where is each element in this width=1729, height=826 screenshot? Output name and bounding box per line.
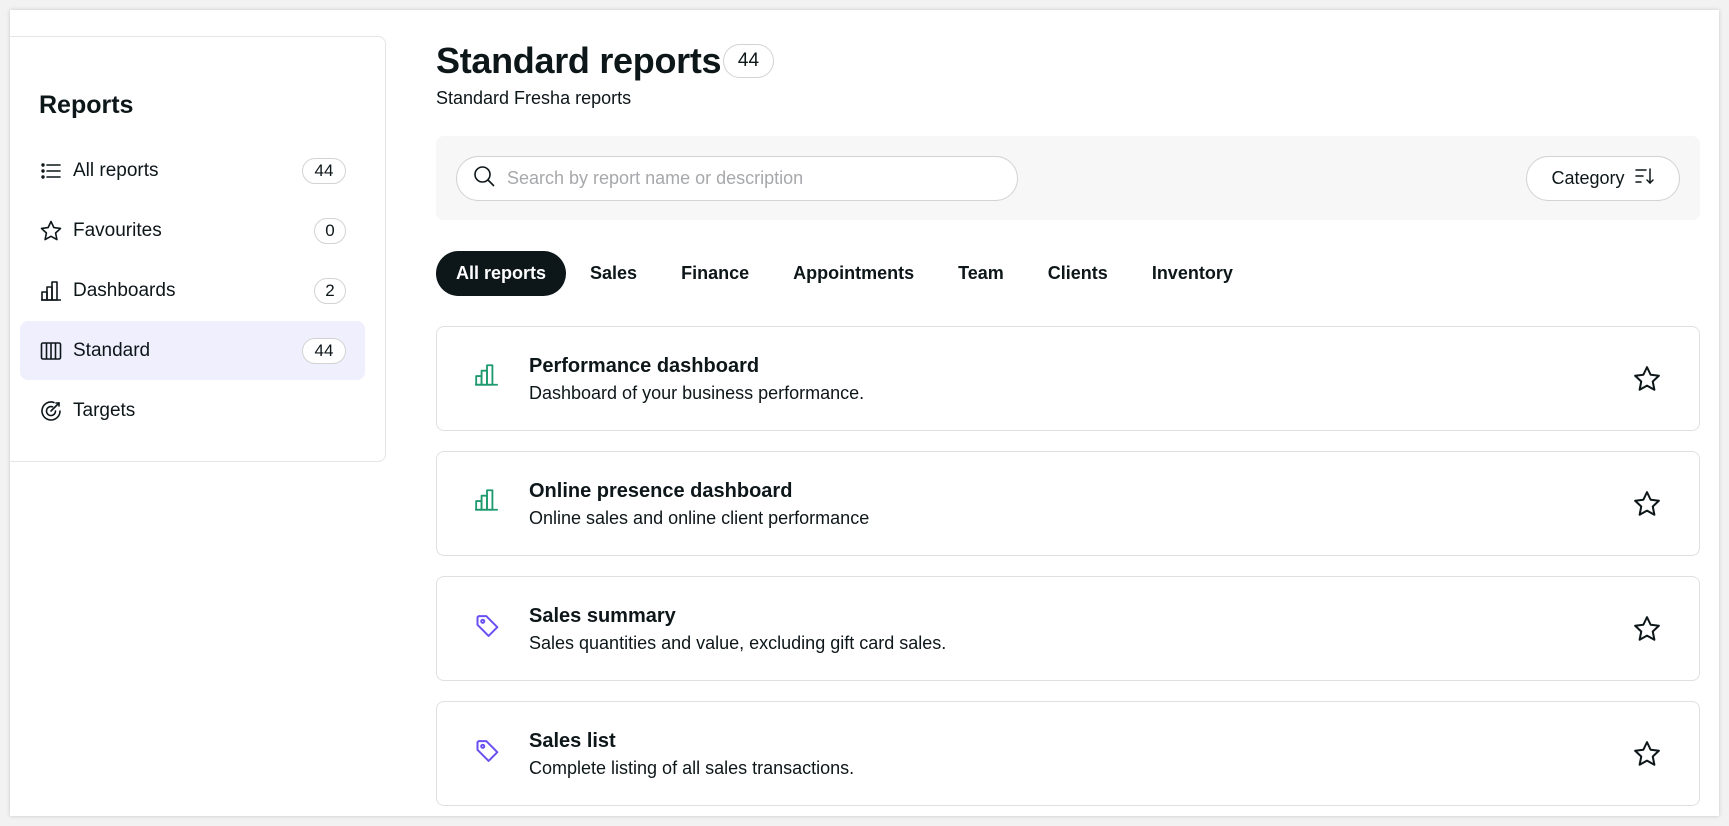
sidebar-item-all-reports[interactable]: All reports 44 xyxy=(20,141,365,200)
sidebar-title: Reports xyxy=(39,91,134,119)
category-tabs: All reports Sales Finance Appointments T… xyxy=(436,251,1257,296)
search-input[interactable] xyxy=(507,168,1017,189)
sort-icon xyxy=(1634,167,1655,190)
report-title: Online presence dashboard xyxy=(529,480,793,502)
tab-finance[interactable]: Finance xyxy=(661,251,769,296)
target-icon xyxy=(39,399,63,423)
sidebar-item-label: Standard xyxy=(73,339,151,361)
app-window: Reports All reports 44 Favourites 0 Dash… xyxy=(10,10,1719,816)
tab-sales[interactable]: Sales xyxy=(570,251,657,296)
sidebar-item-label: Targets xyxy=(73,399,136,421)
category-button-label: Category xyxy=(1551,168,1625,188)
report-description: Sales quantities and value, excluding gi… xyxy=(529,633,947,653)
bar-chart-icon xyxy=(474,487,504,517)
favourite-star-icon[interactable] xyxy=(1631,363,1663,395)
columns-icon xyxy=(39,339,63,363)
tag-icon xyxy=(474,737,504,767)
sidebar-item-label: Dashboards xyxy=(73,279,176,301)
favourite-star-icon[interactable] xyxy=(1631,488,1663,520)
report-card[interactable]: Online presence dashboard Online sales a… xyxy=(436,451,1700,556)
sidebar-item-standard[interactable]: Standard 44 xyxy=(20,321,365,380)
list-icon xyxy=(39,159,63,183)
search-field[interactable] xyxy=(456,156,1018,201)
sidebar-item-targets[interactable]: Targets xyxy=(20,381,365,440)
report-card[interactable]: Sales summary Sales quantities and value… xyxy=(436,576,1700,681)
sidebar-item-favourites[interactable]: Favourites 0 xyxy=(20,201,365,260)
sidebar-item-label: Favourites xyxy=(73,219,162,241)
tab-team[interactable]: Team xyxy=(938,251,1024,296)
bar-chart-icon xyxy=(39,279,63,303)
report-card[interactable]: Performance dashboard Dashboard of your … xyxy=(436,326,1700,431)
report-description: Complete listing of all sales transactio… xyxy=(529,758,855,778)
report-title: Performance dashboard xyxy=(529,355,760,377)
sidebar-item-dashboards[interactable]: Dashboards 2 xyxy=(20,261,365,320)
favourite-star-icon[interactable] xyxy=(1631,613,1663,645)
report-title: Sales summary xyxy=(529,605,676,627)
report-description: Dashboard of your business performance. xyxy=(529,383,865,403)
count-badge: 44 xyxy=(302,157,346,184)
page-subtitle: Standard Fresha reports xyxy=(436,88,632,108)
category-sort-button[interactable]: Category xyxy=(1526,156,1680,201)
tab-inventory[interactable]: Inventory xyxy=(1132,251,1253,296)
report-card[interactable]: Sales list Complete listing of all sales… xyxy=(436,701,1700,806)
sidebar-item-label: All reports xyxy=(73,159,159,181)
filter-toolbar: Category xyxy=(436,136,1700,220)
bar-chart-icon xyxy=(474,362,504,392)
tag-icon xyxy=(474,612,504,642)
page-title: Standard reports xyxy=(436,40,722,81)
report-description: Online sales and online client performan… xyxy=(529,508,870,528)
favourite-star-icon[interactable] xyxy=(1631,738,1663,770)
report-title: Sales list xyxy=(529,730,616,752)
count-badge: 0 xyxy=(314,217,346,244)
tab-appointments[interactable]: Appointments xyxy=(773,251,934,296)
search-icon xyxy=(473,165,495,192)
tab-all-reports[interactable]: All reports xyxy=(436,251,567,296)
tab-clients[interactable]: Clients xyxy=(1028,251,1128,296)
count-badge: 44 xyxy=(302,337,346,364)
star-icon xyxy=(39,219,63,243)
count-badge: 2 xyxy=(314,277,346,304)
report-count-badge: 44 xyxy=(723,44,774,78)
